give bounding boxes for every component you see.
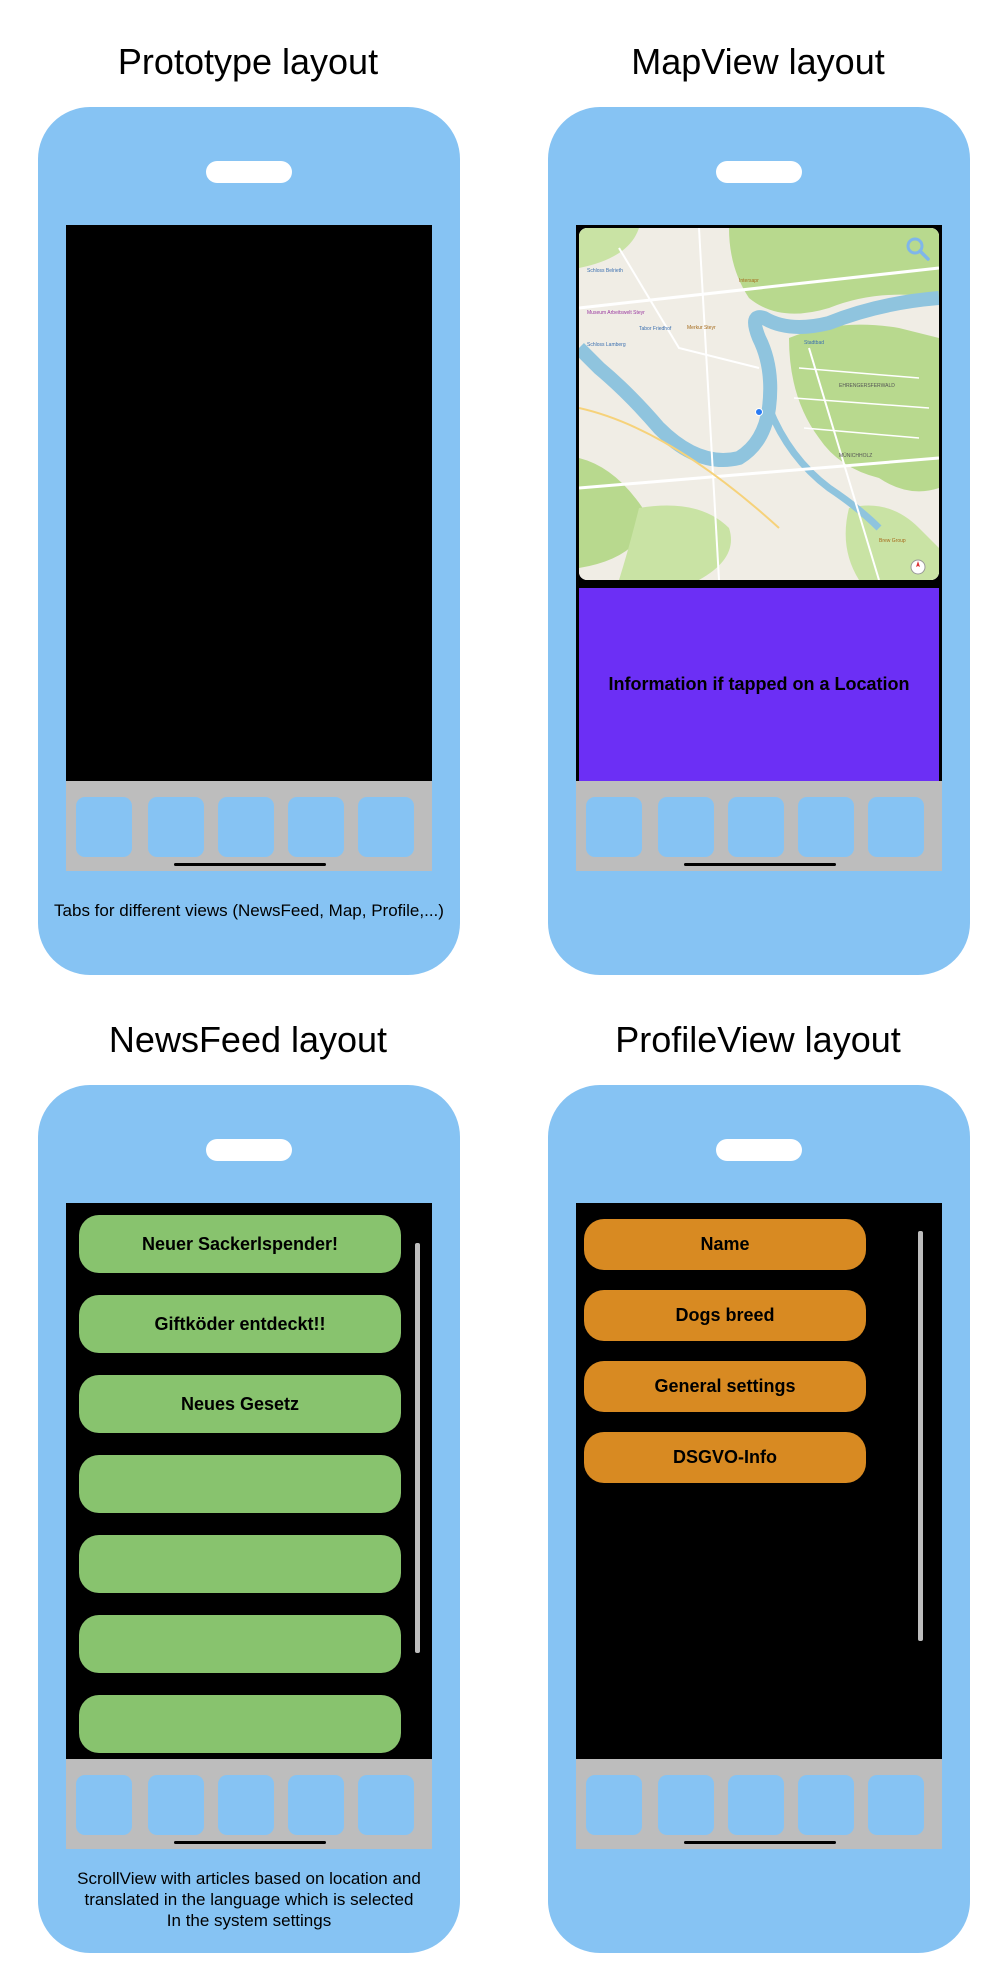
newsfeed-title: NewsFeed layout	[108, 1019, 388, 1060]
tab-bar	[66, 1759, 432, 1849]
location-info-panel: Information if tapped on a Location	[579, 588, 939, 781]
phone-notch	[716, 161, 802, 183]
news-article[interactable]: Neuer Sackerlspender!	[79, 1215, 401, 1273]
location-dot-icon	[755, 408, 763, 416]
compass-icon[interactable]	[909, 558, 927, 576]
tab-1[interactable]	[76, 797, 132, 857]
home-indicator	[684, 1841, 836, 1844]
map-label: Brew Group	[879, 538, 906, 544]
tab-1[interactable]	[586, 1775, 642, 1835]
tab-4[interactable]	[798, 1775, 854, 1835]
caption-line: In the system settings	[166, 1911, 332, 1930]
home-indicator	[684, 863, 836, 866]
tab-bar	[576, 781, 942, 871]
tab-bar	[66, 781, 432, 871]
newsfeed-caption: ScrollView with articles based on locati…	[38, 1868, 460, 1931]
home-indicator	[174, 1841, 326, 1844]
news-article[interactable]	[79, 1535, 401, 1593]
map-label: Museum Arbeitswelt Steyr	[587, 310, 645, 316]
tab-3[interactable]	[728, 797, 784, 857]
news-article[interactable]	[79, 1455, 401, 1513]
tab-2[interactable]	[658, 1775, 714, 1835]
prototype-screen	[66, 225, 432, 781]
tab-2[interactable]	[148, 1775, 204, 1835]
map-label: Intersapr	[739, 278, 759, 284]
tab-5[interactable]	[358, 1775, 414, 1835]
tab-4[interactable]	[288, 797, 344, 857]
tab-2[interactable]	[658, 797, 714, 857]
map-graphic	[579, 228, 939, 580]
prototype-caption: Tabs for different views (NewsFeed, Map,…	[54, 901, 444, 920]
tab-4[interactable]	[798, 797, 854, 857]
tab-4[interactable]	[288, 1775, 344, 1835]
tab-3[interactable]	[218, 1775, 274, 1835]
tab-2[interactable]	[148, 797, 204, 857]
tab-5[interactable]	[868, 797, 924, 857]
caption-line: translated in the language which is sele…	[84, 1890, 414, 1909]
mapview-screen: Schloss Belrieth Museum Arbeitswelt Stey…	[576, 225, 942, 781]
tab-3[interactable]	[218, 797, 274, 857]
map-label: EHRENGERSFERWALD	[839, 383, 895, 389]
map-label: Stadtbad	[804, 340, 825, 346]
prototype-title: Prototype layout	[117, 41, 379, 82]
tab-3[interactable]	[728, 1775, 784, 1835]
news-article[interactable]: Giftköder entdeckt!!	[79, 1295, 401, 1353]
map-view[interactable]: Schloss Belrieth Museum Arbeitswelt Stey…	[579, 228, 939, 580]
map-label: Tabor Friedhof	[639, 326, 672, 332]
phone-notch	[716, 1139, 802, 1161]
news-article[interactable]: Neues Gesetz	[79, 1375, 401, 1433]
profile-general-settings-button[interactable]: General settings	[584, 1361, 866, 1412]
map-label: MÜNICHHOLZ	[839, 453, 873, 459]
map-label: Schloss Lamberg	[587, 342, 626, 348]
tab-1[interactable]	[586, 797, 642, 857]
scrollbar[interactable]	[918, 1231, 923, 1641]
profileview-title: ProfileView layout	[615, 1019, 901, 1060]
mapview-phone: Schloss Belrieth Museum Arbeitswelt Stey…	[548, 107, 970, 975]
map-label: Merkur Steyr	[687, 325, 716, 331]
home-indicator	[174, 863, 326, 866]
phone-notch	[206, 161, 292, 183]
news-article[interactable]	[79, 1615, 401, 1673]
profile-name-button[interactable]: Name	[584, 1219, 866, 1270]
profile-dogs-breed-button[interactable]: Dogs breed	[584, 1290, 866, 1341]
tab-5[interactable]	[358, 797, 414, 857]
scrollbar[interactable]	[415, 1243, 420, 1653]
profile-dsgvo-info-button[interactable]: DSGVO-Info	[584, 1432, 866, 1483]
caption-line: ScrollView with articles based on locati…	[77, 1869, 421, 1888]
tab-5[interactable]	[868, 1775, 924, 1835]
search-icon[interactable]	[905, 236, 931, 262]
tab-bar	[576, 1759, 942, 1849]
map-label: Schloss Belrieth	[587, 268, 623, 274]
news-article[interactable]	[79, 1695, 401, 1753]
newsfeed-screen: Neuer Sackerlspender! Giftköder entdeckt…	[66, 1203, 432, 1759]
newsfeed-phone: Neuer Sackerlspender! Giftköder entdeckt…	[38, 1085, 460, 1953]
mapview-title: MapView layout	[631, 41, 885, 82]
phone-notch	[206, 1139, 292, 1161]
profileview-screen: Name Dogs breed General settings DSGVO-I…	[576, 1203, 942, 1759]
tab-1[interactable]	[76, 1775, 132, 1835]
profileview-phone: Name Dogs breed General settings DSGVO-I…	[548, 1085, 970, 1953]
prototype-phone: Tabs for different views (NewsFeed, Map,…	[38, 107, 460, 975]
